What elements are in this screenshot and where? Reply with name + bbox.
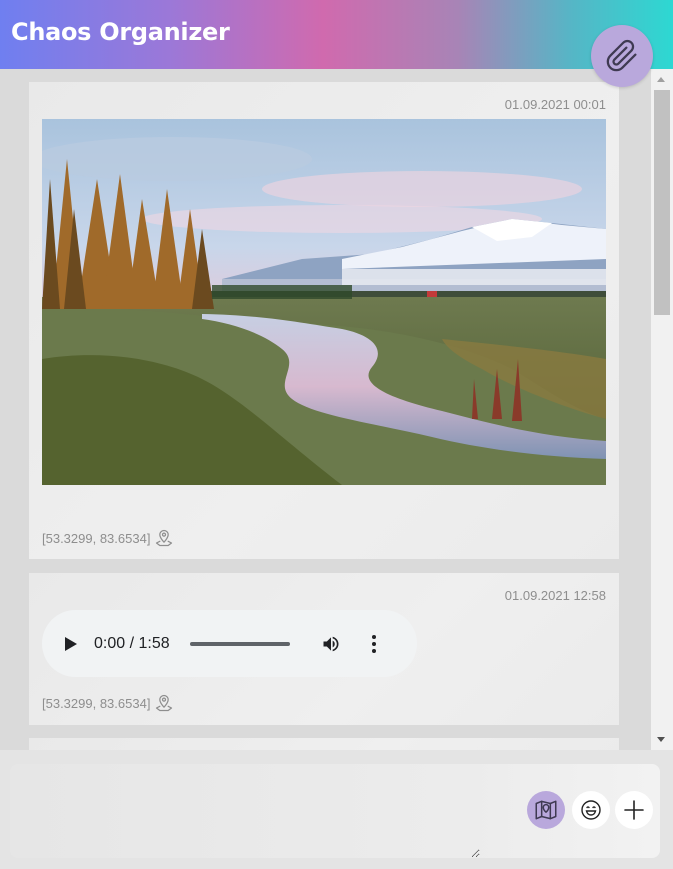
message-composer <box>10 764 660 858</box>
attach-button[interactable] <box>591 25 653 87</box>
scroll-down-arrow-icon[interactable] <box>657 737 665 742</box>
post-location: [53.3299, 83.6534] <box>42 693 174 713</box>
audio-time: 0:00 / 1:58 <box>94 634 170 652</box>
map-pin-icon[interactable] <box>154 693 174 713</box>
scroll-thumb[interactable] <box>654 90 670 315</box>
smile-icon <box>581 800 601 820</box>
app-header: Chaos Organizer <box>0 0 673 69</box>
message-input[interactable] <box>10 764 480 858</box>
map-pin-icon[interactable] <box>154 528 174 548</box>
post-timestamp: 01.09.2021 12:58 <box>504 588 606 603</box>
plus-icon <box>624 800 644 820</box>
post-photo[interactable] <box>42 119 606 485</box>
volume-icon[interactable] <box>320 634 342 654</box>
app-title: Chaos Organizer <box>11 18 230 46</box>
post-card-image: 01.09.2021 00:01 [53.3299, 83.6534] <box>29 82 619 559</box>
post-card-audio: 01.09.2021 12:58 0:00 / 1:58 [53.3299, 8… <box>29 573 619 725</box>
scroll-up-arrow-icon[interactable] <box>657 77 665 82</box>
audio-player[interactable]: 0:00 / 1:58 <box>42 610 417 677</box>
coords-text: [53.3299, 83.6534] <box>42 530 151 546</box>
add-button[interactable] <box>615 791 653 829</box>
play-icon[interactable] <box>64 636 78 652</box>
post-timestamp: 01.09.2021 00:01 <box>504 97 606 112</box>
more-options-icon[interactable] <box>371 634 376 653</box>
paperclip-icon <box>606 39 637 72</box>
coords-text: [53.3299, 83.6534] <box>42 695 151 711</box>
feed-scrollbar[interactable] <box>651 69 673 750</box>
map-icon <box>535 800 557 820</box>
audio-progress-bar[interactable] <box>189 641 290 646</box>
message-feed[interactable]: 01.09.2021 00:01 [53.3299, 83.6534] 01.0… <box>0 69 651 750</box>
post-location: [53.3299, 83.6534] <box>42 528 174 548</box>
post-card-partial <box>29 738 619 750</box>
emoji-button[interactable] <box>572 791 610 829</box>
location-button[interactable] <box>527 791 565 829</box>
